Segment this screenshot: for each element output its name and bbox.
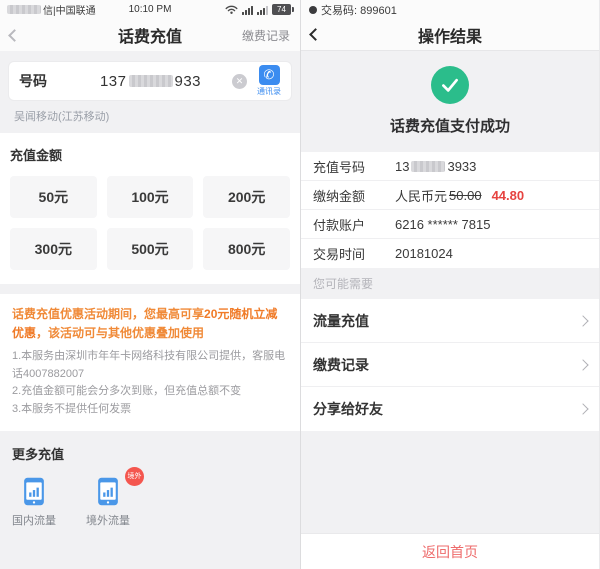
menu-item-data-recharge[interactable]: 流量充值 — [301, 299, 599, 343]
phone-suffix: 933 — [175, 73, 202, 90]
promo-lead: 话费充值优惠活动期间，您最高可享 — [12, 307, 204, 321]
spacer — [301, 431, 599, 533]
carrier-region-hint: 吴闻移动(江苏移动) — [14, 108, 286, 124]
phone-number-field[interactable]: 号码 137 933 ✕ ✆ 通讯录 — [8, 61, 292, 101]
blurred-digits — [129, 75, 173, 87]
detail-value-amount: 人民币元 50.00 44.80 — [395, 186, 524, 205]
overseas-data-item[interactable]: 境外 境外流量 — [86, 477, 130, 528]
app: 信|中国联通 10:10 PM 74 话费充值 缴费记录 号码 13 — [0, 0, 600, 569]
blurred-digits — [411, 161, 445, 172]
phone-suffix: 3933 — [447, 159, 476, 174]
promo-section: 话费充值优惠活动期间，您最高可享20元随机立减优惠，该活动可与其他优惠叠加使用 … — [0, 294, 300, 431]
footer-bar: 返回首页 — [301, 533, 599, 569]
amount-button-50[interactable]: 50元 — [10, 176, 97, 218]
contacts-label: 通讯录 — [257, 86, 281, 97]
phone-data-icon — [23, 477, 45, 506]
original-price: 50.00 — [449, 188, 482, 203]
trade-code-label: 交易码: 899601 — [321, 2, 397, 18]
chevron-right-icon — [577, 359, 588, 370]
success-block: 话费充值支付成功 — [301, 51, 599, 152]
menu-item-share[interactable]: 分享给好友 — [301, 387, 599, 431]
amount-section: 充值金额 50元 100元 200元 300元 500元 800元 — [0, 133, 300, 284]
actual-price: 44.80 — [492, 188, 525, 203]
payment-history-link[interactable]: 缴费记录 — [242, 27, 290, 44]
battery-icon: 74 — [272, 4, 291, 15]
note-line: 2.充值金额可能会分多次到账，但充值总额不变 — [12, 383, 288, 401]
back-home-button[interactable]: 返回首页 — [422, 542, 478, 562]
overseas-badge: 境外 — [125, 467, 144, 486]
detail-row-account: 付款账户 6216 ****** 7815 — [301, 210, 599, 239]
promo-text: 话费充值优惠活动期间，您最高可享20元随机立减优惠，该活动可与其他优惠叠加使用 — [12, 305, 288, 342]
more-section-label: 更多充值 — [12, 444, 288, 463]
suggestion-menu: 流量充值 缴费记录 分享给好友 — [301, 299, 599, 431]
detail-label: 缴纳金额 — [313, 186, 395, 205]
recharge-screen: 信|中国联通 10:10 PM 74 话费充值 缴费记录 号码 13 — [0, 0, 300, 569]
nav-bar: 操作结果 — [301, 19, 599, 51]
more-recharge-section: 更多充值 国内流量 境外 — [0, 431, 300, 541]
phone-number-value[interactable]: 137 933 — [75, 73, 226, 90]
amount-button-100[interactable]: 100元 — [107, 176, 194, 218]
amount-button-500[interactable]: 500元 — [107, 228, 194, 270]
clear-icon[interactable]: ✕ — [232, 74, 247, 89]
status-bar: 信|中国联通 10:10 PM 74 — [0, 0, 300, 19]
detail-label: 付款账户 — [313, 215, 395, 234]
success-title: 话费充值支付成功 — [390, 115, 510, 136]
trade-code-strip: 交易码: 899601 — [301, 0, 599, 19]
service-notes: 1.本服务由深圳市年年卡网络科技有限公司提供，客服电话4007882007 2.… — [12, 348, 288, 418]
detail-list: 充值号码 13 3933 缴纳金额 人民币元 50.00 44.80 付款账户 … — [301, 152, 599, 268]
domestic-data-item[interactable]: 国内流量 — [12, 477, 56, 528]
detail-label: 交易时间 — [313, 244, 395, 263]
page-title: 操作结果 — [301, 23, 599, 47]
suggestion-hint: 您可能需要 — [301, 268, 599, 299]
promo-tail: ，该活动可与其他优惠叠加使用 — [36, 326, 204, 340]
chevron-right-icon — [577, 315, 588, 326]
note-line: 1.本服务由深圳市年年卡网络科技有限公司提供，客服电话4007882007 — [12, 348, 288, 383]
phone-prefix: 137 — [100, 73, 127, 90]
result-screen: 交易码: 899601 操作结果 话费充值支付成功 充值号码 13 3933 — [300, 0, 599, 569]
phone-field-label: 号码 — [19, 71, 75, 91]
chevron-right-icon — [577, 403, 588, 414]
amount-button-300[interactable]: 300元 — [10, 228, 97, 270]
nav-bar: 话费充值 缴费记录 — [0, 19, 300, 51]
menu-item-payment-history[interactable]: 缴费记录 — [301, 343, 599, 387]
menu-item-label: 流量充值 — [313, 311, 579, 331]
status-time: 10:10 PM — [0, 4, 300, 15]
detail-row-amount: 缴纳金额 人民币元 50.00 44.80 — [301, 181, 599, 210]
contact-phone-icon: ✆ — [259, 65, 280, 85]
detail-label: 充值号码 — [313, 157, 395, 176]
contacts-button[interactable]: ✆ 通讯录 — [257, 65, 281, 97]
menu-item-label: 缴费记录 — [313, 355, 579, 375]
amount-grid: 50元 100元 200元 300元 500元 800元 — [10, 176, 290, 270]
detail-value-date: 20181024 — [395, 246, 453, 261]
detail-value-phone: 13 3933 — [395, 159, 476, 174]
currency-label: 人民币元 — [395, 186, 447, 205]
overseas-data-label: 境外流量 — [86, 512, 130, 528]
amount-button-800[interactable]: 800元 — [203, 228, 290, 270]
note-line: 3.本服务不提供任何发票 — [12, 401, 288, 419]
check-icon — [431, 66, 469, 104]
detail-row-phone: 充值号码 13 3933 — [301, 152, 599, 181]
detail-row-date: 交易时间 20181024 — [301, 239, 599, 268]
amount-button-200[interactable]: 200元 — [203, 176, 290, 218]
menu-item-label: 分享给好友 — [313, 399, 579, 419]
amount-section-label: 充值金额 — [10, 145, 290, 164]
record-dot-icon — [309, 6, 317, 14]
domestic-data-label: 国内流量 — [12, 512, 56, 528]
detail-value-account: 6216 ****** 7815 — [395, 217, 490, 232]
phone-data-icon — [97, 477, 119, 506]
phone-prefix: 13 — [395, 159, 409, 174]
